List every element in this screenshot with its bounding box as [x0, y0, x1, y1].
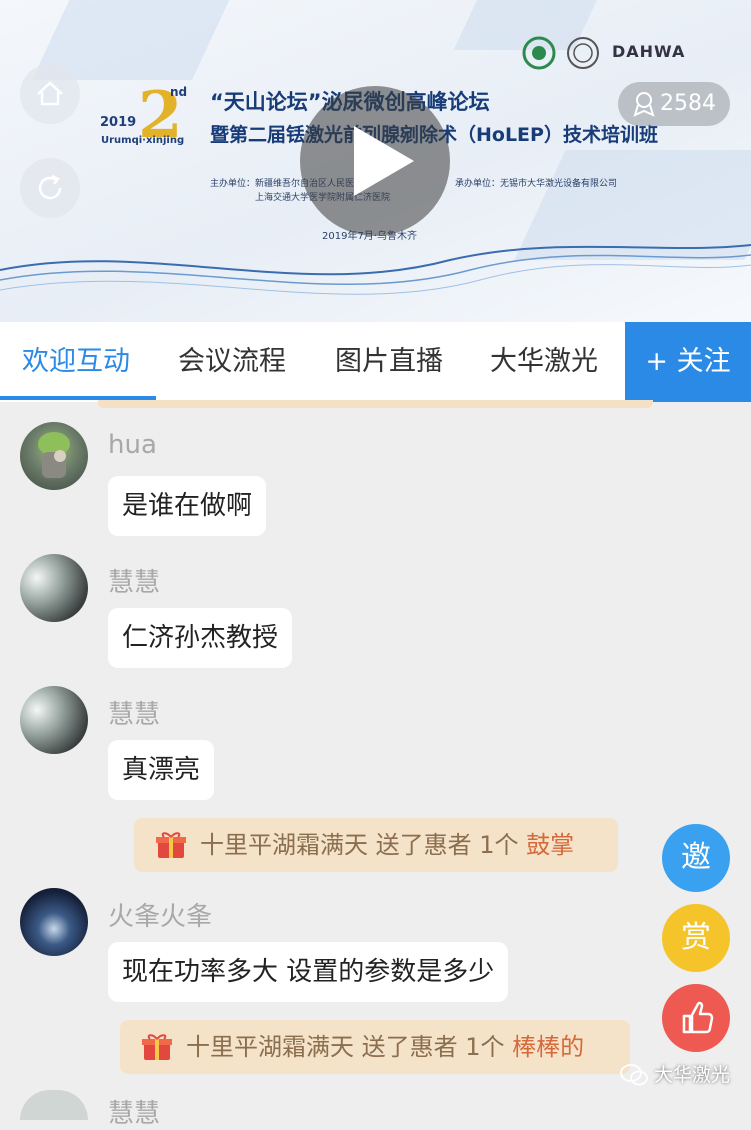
event-year: 2019: [100, 115, 137, 130]
username: 慧慧: [108, 568, 161, 598]
gift-sender-text: 十里平湖霜满天 送了惠者 1个: [200, 831, 527, 859]
avatar[interactable]: [20, 686, 88, 754]
view-count-badge: 2584: [618, 82, 730, 126]
gift-icon: [142, 1034, 172, 1060]
message-bubble: 是谁在做啊: [108, 476, 267, 536]
username: 火夆火夆: [108, 902, 213, 932]
gift-notice: 十里平湖霜满天 送了惠者 1个 鼓掌: [134, 818, 618, 872]
invite-button[interactable]: 邀: [662, 824, 730, 892]
refresh-icon: [38, 174, 62, 200]
follow-button[interactable]: + 关注: [625, 322, 751, 402]
avatar[interactable]: [20, 888, 88, 956]
reward-button[interactable]: 赏: [662, 904, 730, 972]
avatar[interactable]: [20, 422, 88, 490]
sponsor-logos: DAHWA: [522, 36, 692, 70]
avatar[interactable]: [20, 554, 88, 622]
username: 慧慧: [108, 1099, 161, 1129]
gift-text: 十里平湖霜满天 送了惠者 1个 鼓掌: [200, 818, 574, 872]
like-button[interactable]: [662, 984, 730, 1052]
gift-sender-text: 十里平湖霜满天 送了惠者 1个: [186, 1033, 513, 1061]
tab-dahua[interactable]: 大华激光: [490, 322, 598, 402]
video-banner[interactable]: 2 nd 2019 Urumqi·xinjing “天山论坛”泌尿微创高峰论坛 …: [0, 0, 751, 322]
refresh-button[interactable]: [20, 158, 80, 218]
thumbs-up-icon: [682, 1001, 714, 1034]
home-icon: [37, 81, 63, 106]
gift-name: 鼓掌: [526, 831, 575, 859]
view-count: 2584: [660, 91, 716, 116]
home-button[interactable]: [20, 64, 80, 124]
gift-icon: [156, 832, 186, 858]
tab-photos[interactable]: 图片直播: [335, 322, 443, 402]
gift-notice: 十里平湖霜满天 送了惠者 1个 棒棒的: [120, 1020, 630, 1074]
viewer-icon: [633, 92, 655, 117]
edition-suffix: nd: [170, 85, 188, 99]
play-icon: [354, 126, 414, 196]
gift-name: 棒棒的: [512, 1033, 585, 1061]
play-button[interactable]: [300, 86, 450, 236]
dahwa-logo: DAHWA: [612, 42, 686, 61]
watermark-text: 大华激光: [654, 1064, 731, 1086]
message-bubble: 现在功率多大 设置的参数是多少: [108, 942, 509, 1002]
wechat-icon: [620, 1064, 648, 1086]
gift-text: 十里平湖霜满天 送了惠者 1个 棒棒的: [186, 1020, 584, 1074]
hospital-logo-icon: [522, 36, 556, 70]
event-badge: 2 nd 2019 Urumqi·xinjing: [100, 78, 195, 153]
notice-strip: [98, 400, 653, 408]
wave-decor: [0, 244, 751, 295]
avatar[interactable]: [20, 1090, 88, 1120]
university-logo-icon: [567, 37, 599, 69]
co-org: 承办单位：无锡市大华激光设备有限公司: [455, 179, 618, 189]
event-city: Urumqi·xinjing: [101, 135, 185, 146]
username: hua: [108, 430, 157, 460]
message-bubble: 仁济孙杰教授: [108, 608, 293, 668]
tab-interaction[interactable]: 欢迎互动: [22, 322, 130, 402]
username: 慧慧: [108, 700, 161, 730]
avatar-image: [38, 432, 70, 478]
message-bubble: 真漂亮: [108, 740, 215, 800]
tab-agenda[interactable]: 会议流程: [178, 322, 286, 402]
